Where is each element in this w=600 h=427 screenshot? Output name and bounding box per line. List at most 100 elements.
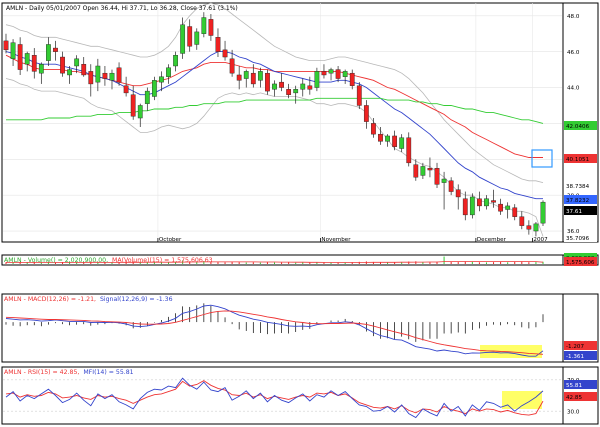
candlestick [265, 69, 270, 95]
candle-body [448, 180, 454, 192]
candle-body [10, 42, 16, 60]
candle-body [116, 67, 122, 83]
month-label: November [321, 237, 351, 243]
macd-panel: AMLN - MACD(12,26) = -1.21, Signal(12,26… [1, 293, 599, 363]
candle-body [17, 44, 23, 70]
candle-body [484, 198, 489, 207]
tag-close-text: 37.61 [566, 209, 582, 215]
candle-body [286, 89, 292, 95]
tag-mfi: 55.81 [564, 380, 597, 389]
rsi-label-text: AMLN - RSI(15) = 42.85, [4, 369, 79, 376]
macd-label-text: AMLN - MACD(12,26) = -1.21, [4, 296, 96, 303]
candle-body [420, 166, 426, 176]
tag-macd-text: -1.207 [566, 344, 584, 350]
candle-body [229, 58, 235, 74]
price-panel: 36.038.040.042.044.046.048.0 42.040640.1… [1, 2, 599, 243]
candle-body [293, 89, 299, 94]
candle-body [307, 85, 313, 90]
tag-ma-green: 42.0406 [564, 121, 597, 130]
candle-body [349, 72, 355, 86]
candle-body [243, 71, 249, 79]
candle-body [130, 94, 136, 117]
tag-signal-text: -1.361 [566, 354, 584, 360]
volume-label: AMLN - Volume() = 2,020,900.00, MA(Volum… [4, 257, 213, 264]
candle-body [123, 85, 129, 94]
macd-signal-label-text: Signal(12,26,9) = -1.36 [100, 296, 173, 303]
candle-body [498, 203, 503, 212]
tag-macd: -1.207 [564, 341, 597, 350]
candle-body [392, 135, 398, 147]
candle-body [236, 74, 242, 81]
candle-body [356, 85, 362, 106]
candle-body [491, 200, 496, 203]
tag-ma-blue-text: 37.8232 [566, 198, 589, 204]
candle-body [462, 198, 468, 216]
candle-body [505, 205, 511, 210]
candlestick [314, 67, 320, 92]
candle-body [477, 198, 482, 207]
month-label: 2007 [533, 237, 548, 243]
candle-body [46, 44, 51, 61]
mfi-label-text: MFI(14) = 55.81 [83, 369, 133, 376]
tag-volume-ma: 1,575,606 [564, 257, 597, 266]
candle-body [215, 37, 221, 52]
candle-body [540, 201, 546, 224]
candle-body [385, 135, 390, 142]
volume-panel: AMLN - Volume() = 2,020,900.00, MA(Volum… [1, 253, 599, 266]
volume-value-tags: 2,020,9001,575,606 [564, 253, 597, 266]
candlestick [540, 200, 546, 227]
candle-body [166, 67, 171, 77]
tag-mfi-text: 55.81 [566, 383, 582, 389]
candle-body [173, 55, 178, 67]
candle-body [434, 168, 440, 185]
tag-rsi-text: 42.85 [566, 395, 582, 401]
rsi-label: AMLN - RSI(15) = 42.85, MFI(14) = 55.81 [4, 369, 134, 376]
candle-body [335, 69, 341, 79]
candle-body [3, 40, 9, 51]
price-tick-label: 44.0 [567, 86, 580, 92]
candle-body [194, 31, 200, 45]
candle-body [469, 196, 475, 216]
tag-volume-ma-text: 1,575,606 [566, 260, 595, 266]
candle-body [328, 69, 334, 74]
candle-body [526, 225, 532, 230]
tag-rsi: 42.85 [564, 392, 597, 401]
candle-body [378, 133, 383, 142]
rsi-panel: AMLN - RSI(15) = 42.85, MFI(14) = 55.81 … [1, 366, 599, 425]
candle-body [208, 19, 214, 36]
candle-body [222, 49, 228, 58]
candlestick [151, 76, 157, 101]
candle-body [95, 65, 101, 83]
month-label: December [477, 237, 507, 243]
candle-body [406, 137, 412, 164]
volume-ma-label-text: MA(Volume)(15) = 1,575,606.63 [112, 257, 213, 264]
candle-body [187, 26, 193, 47]
tag-signal: -1.361 [564, 351, 597, 360]
tag-bb-lower: 35.7096 [564, 233, 597, 242]
candle-body [371, 123, 376, 135]
candle-body [363, 105, 369, 122]
candle-body [81, 63, 87, 76]
volume-label-text: AMLN - Volume() = 2,020,900.00, [4, 257, 108, 264]
candle-body [67, 69, 72, 76]
candle-body [321, 71, 327, 76]
candle-body [24, 53, 30, 65]
candle-body [533, 223, 539, 232]
month-label: October [159, 237, 182, 243]
candle-body [512, 207, 518, 217]
candle-body [31, 55, 37, 72]
tag-ma-red: 40.1051 [564, 154, 597, 163]
candle-body [102, 72, 108, 79]
rsi-highlight [502, 391, 542, 409]
candle-body [60, 56, 65, 74]
candle-body [519, 216, 525, 226]
candle-body [257, 71, 263, 81]
candle-body [342, 71, 348, 77]
candle-body [265, 72, 270, 92]
price-chart-title: AMLN - Daily 05/01/2007 Open 36.44, Hi 3… [6, 5, 238, 12]
candle-body [279, 81, 284, 88]
tag-ma-red-text: 40.1051 [566, 157, 590, 163]
candle-body [201, 17, 207, 34]
stock-chart: 36.038.040.042.044.046.048.0 42.040640.1… [1, 2, 599, 425]
candle-body [455, 189, 461, 198]
